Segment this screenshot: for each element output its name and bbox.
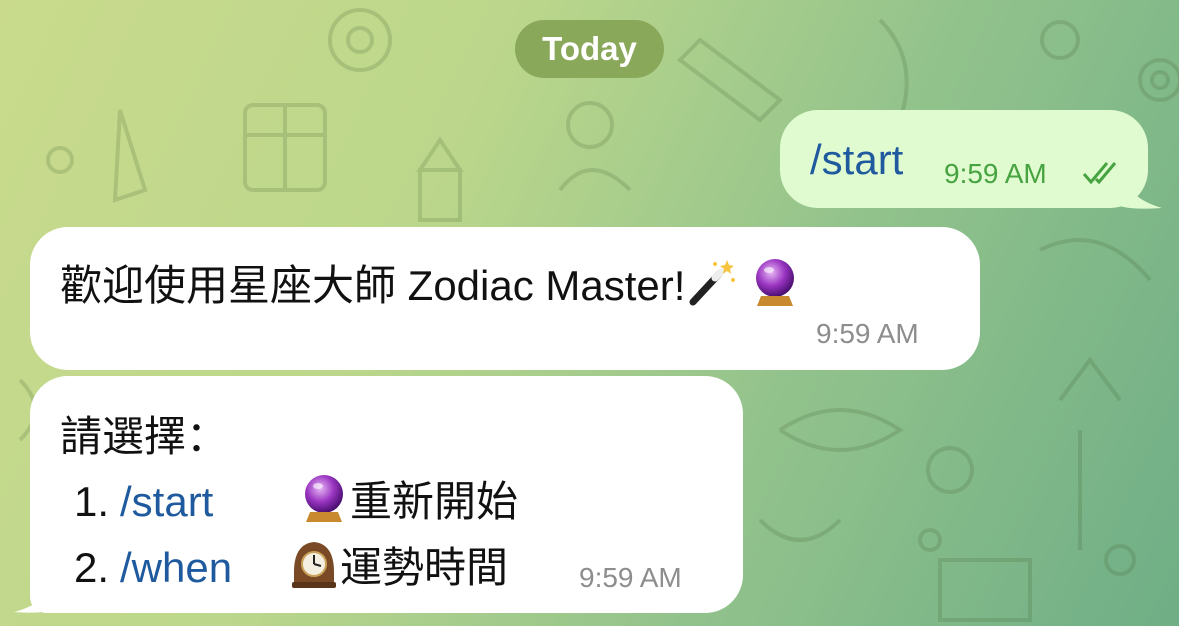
magic-wand-icon <box>689 260 736 306</box>
crystal-ball-icon <box>756 259 795 306</box>
menu-title: 請選擇： <box>60 413 229 460</box>
incoming-menu-message-bubble[interactable]: 請選擇： 1./start 重新開始 2./when 運勢時間 9:59 AM <box>30 376 743 613</box>
outgoing-command-text[interactable]: /start <box>810 136 903 184</box>
when-command-link[interactable]: /when <box>120 544 288 592</box>
menu-message-time: 9:59 AM <box>579 562 682 593</box>
menu-item-number: 2. <box>74 544 110 591</box>
double-check-read-icon <box>1082 162 1117 185</box>
crystal-ball-icon <box>305 475 343 522</box>
outgoing-message-bubble[interactable]: /start 9:59 AM <box>780 110 1148 208</box>
welcome-message-time: 9:59 AM <box>816 318 919 349</box>
welcome-message-text: 歡迎使用星座大師 Zodiac Master! <box>60 262 686 309</box>
date-separator-today: Today <box>515 20 664 78</box>
menu-item-start: 1./start 重新開始 <box>74 468 518 529</box>
outgoing-bubble-tail <box>1120 168 1162 209</box>
incoming-welcome-message-bubble[interactable]: 歡迎使用星座大師 Zodiac Master! 9:59 AM <box>30 227 980 370</box>
menu-item-number: 1. <box>74 478 110 525</box>
welcome-message-line: 歡迎使用星座大師 Zodiac Master! <box>60 252 801 313</box>
outgoing-message-time: 9:59 AM <box>944 158 1047 189</box>
start-command-link[interactable]: /start <box>120 478 298 526</box>
incoming-bubble-tail <box>14 580 52 613</box>
mantelpiece-clock-icon <box>292 542 336 588</box>
menu-item-label: 重新開始 <box>350 478 519 525</box>
menu-item-label: 運勢時間 <box>340 544 509 591</box>
menu-item-when: 2./when 運勢時間 <box>74 534 508 595</box>
